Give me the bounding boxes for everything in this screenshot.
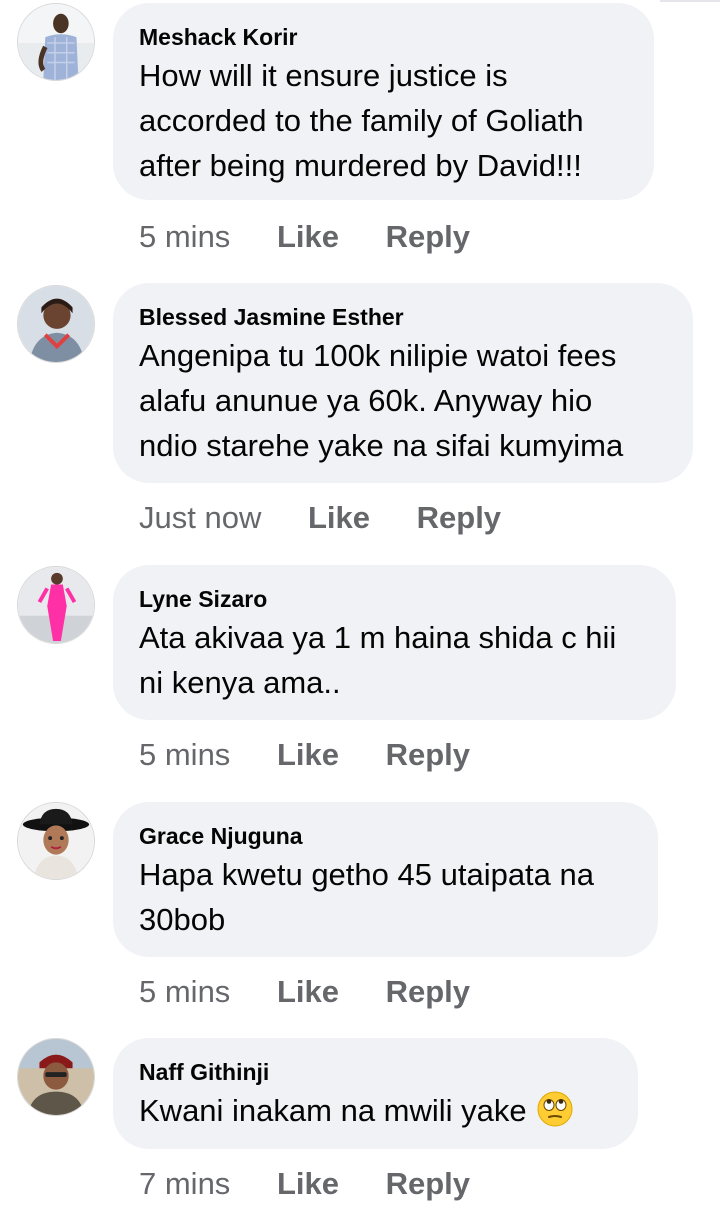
comment-author[interactable]: Lyne Sizaro bbox=[139, 585, 650, 613]
reply-button[interactable]: Reply bbox=[386, 1164, 470, 1204]
reply-button[interactable]: Reply bbox=[386, 217, 470, 257]
comment-timestamp[interactable]: 5 mins bbox=[139, 972, 230, 1012]
comment-text-line: after being murdered by David!!! bbox=[139, 148, 582, 183]
reply-button[interactable]: Reply bbox=[417, 498, 501, 538]
comment-actions: 7 mins Like Reply bbox=[139, 1164, 508, 1204]
comment-text-line: ni kenya ama.. bbox=[139, 665, 341, 700]
face-with-rolling-eyes-icon bbox=[537, 1091, 573, 1127]
comment-author[interactable]: Grace Njuguna bbox=[139, 822, 632, 850]
avatar[interactable] bbox=[17, 802, 95, 880]
comment-author[interactable]: Blessed Jasmine Esther bbox=[139, 303, 667, 331]
avatar[interactable] bbox=[17, 3, 95, 81]
comment-timestamp[interactable]: 7 mins bbox=[139, 1164, 230, 1204]
comment-author[interactable]: Meshack Korir bbox=[139, 23, 628, 51]
comment-text-line: accorded to the family of Goliath bbox=[139, 103, 584, 138]
comment-bubble: Lyne Sizaro Ata akivaa ya 1 m haina shid… bbox=[113, 565, 676, 720]
comment-text-line: How will it ensure justice is bbox=[139, 58, 508, 93]
reply-button[interactable]: Reply bbox=[386, 972, 470, 1012]
comment-timestamp[interactable]: 5 mins bbox=[139, 735, 230, 775]
comment-text-line: ndio starehe yake na sifai kumyima bbox=[139, 428, 624, 463]
comment-actions: 5 mins Like Reply bbox=[139, 972, 508, 1012]
comment-text-line: Hapa kwetu getho 45 utaipata na bbox=[139, 857, 595, 892]
like-button[interactable]: Like bbox=[277, 1164, 339, 1204]
like-button[interactable]: Like bbox=[277, 735, 339, 775]
comment-actions: 5 mins Like Reply bbox=[139, 217, 508, 257]
comment-bubble: Meshack Korir How will it ensure justice… bbox=[113, 3, 654, 200]
avatar[interactable] bbox=[17, 1038, 95, 1116]
comment-bubble: Grace Njuguna Hapa kwetu getho 45 utaipa… bbox=[113, 802, 658, 957]
comment-bubble: Blessed Jasmine Esther Angenipa tu 100k … bbox=[113, 283, 693, 483]
comment-text-line: Ata akivaa ya 1 m haina shida c hii bbox=[139, 620, 617, 655]
comment-text-line: Angenipa tu 100k nilipie watoi fees bbox=[139, 338, 617, 373]
avatar[interactable] bbox=[17, 285, 95, 363]
comment-timestamp[interactable]: Just now bbox=[139, 498, 261, 538]
comment-text: Kwani inakam na mwili yake bbox=[139, 1093, 527, 1128]
comment-text-line: Kwani inakam na mwili yake bbox=[139, 1088, 612, 1133]
reply-button[interactable]: Reply bbox=[386, 735, 470, 775]
like-button[interactable]: Like bbox=[277, 972, 339, 1012]
comment-text-line: alafu anunue ya 60k. Anyway hio bbox=[139, 383, 593, 418]
comment-text-line: 30bob bbox=[139, 902, 226, 937]
comment-timestamp[interactable]: 5 mins bbox=[139, 217, 230, 257]
comment-bubble: Naff Githinji Kwani inakam na mwili yake bbox=[113, 1038, 638, 1149]
comment-actions: Just now Like Reply bbox=[139, 498, 539, 538]
comment-author[interactable]: Naff Githinji bbox=[139, 1058, 612, 1086]
avatar[interactable] bbox=[17, 566, 95, 644]
like-button[interactable]: Like bbox=[277, 217, 339, 257]
comment-actions: 5 mins Like Reply bbox=[139, 735, 508, 775]
like-button[interactable]: Like bbox=[308, 498, 370, 538]
top-divider bbox=[660, 0, 720, 2]
